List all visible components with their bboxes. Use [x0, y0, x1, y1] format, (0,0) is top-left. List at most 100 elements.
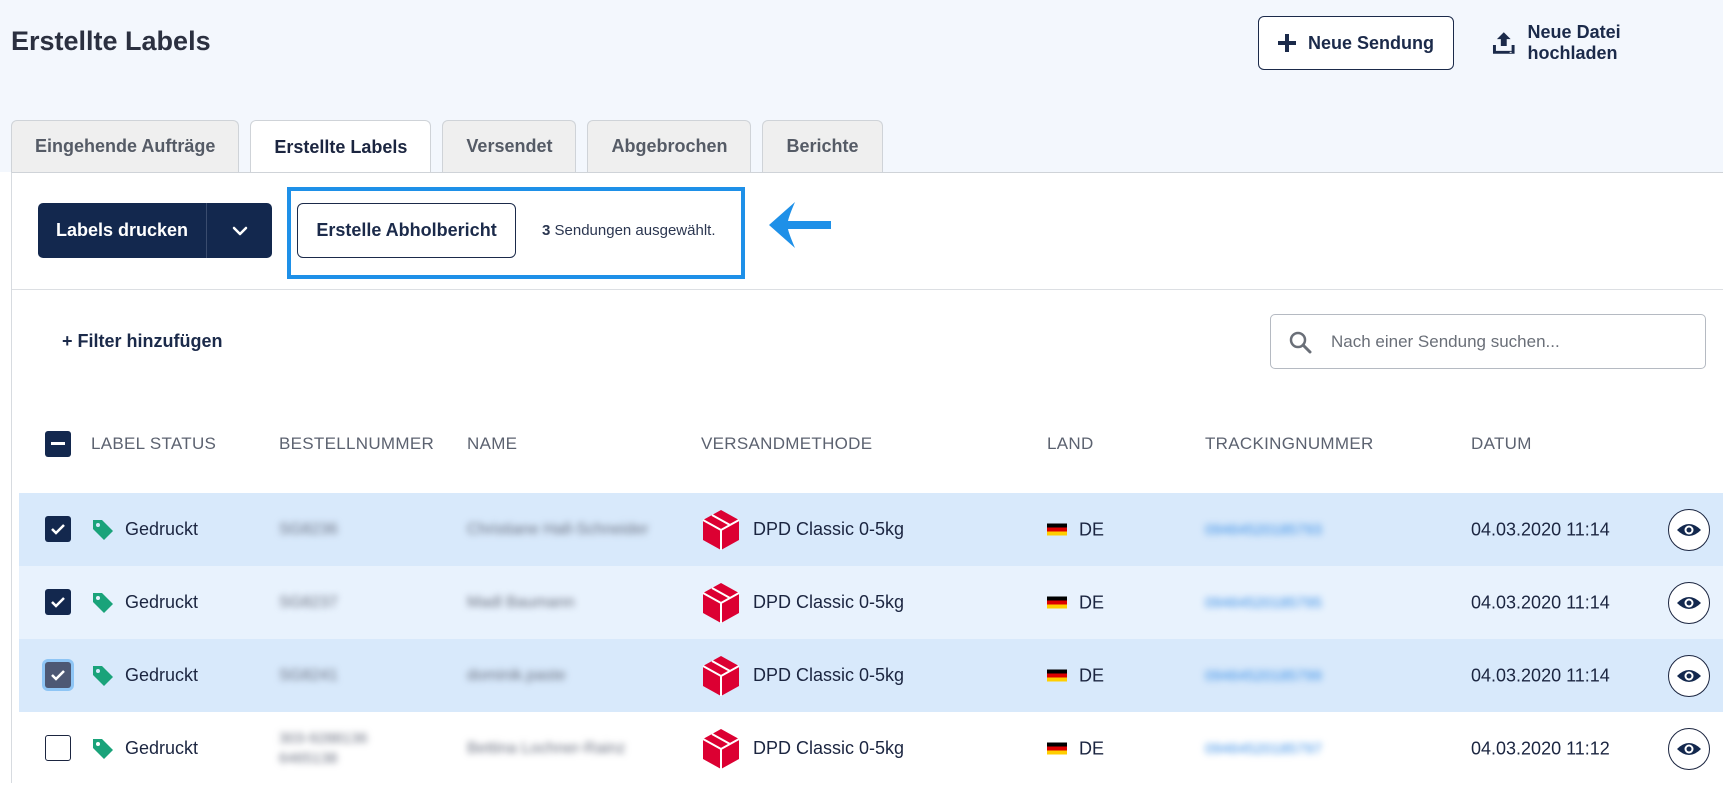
order-number: SG8237	[279, 593, 338, 611]
germany-flag-icon	[1047, 523, 1067, 536]
shipping-method-text: DPD Classic 0-5kg	[753, 665, 905, 685]
row-checkbox[interactable]	[45, 516, 71, 542]
country-code: DE	[1079, 738, 1105, 758]
germany-flag-icon	[1047, 669, 1067, 682]
table-row[interactable]: Gedruckt SG8241 dominik.paste DPD Classi…	[19, 639, 1723, 712]
tab-created-labels[interactable]: Erstellte Labels	[250, 120, 432, 173]
table-header: LABEL STATUS BESTELLNUMMER NAME VERSANDM…	[19, 414, 1723, 474]
label-status: Gedruckt	[91, 518, 198, 542]
dpd-logo-icon	[702, 582, 740, 623]
dpd-logo-icon	[702, 655, 740, 696]
row-checkbox[interactable]	[45, 662, 71, 688]
column-header-name[interactable]: NAME	[467, 434, 517, 454]
selected-count: 3	[542, 222, 551, 239]
eye-icon	[1677, 596, 1701, 609]
customer-name: Madl Baumann	[467, 593, 575, 611]
shipping-method: DPD Classic 0-5kg	[701, 727, 904, 771]
shipping-method-text: DPD Classic 0-5kg	[753, 519, 905, 539]
eye-icon	[1677, 742, 1701, 755]
tab-shipped[interactable]: Versendet	[442, 120, 577, 172]
country: DE	[1047, 592, 1104, 613]
order-number: SG8241	[279, 666, 338, 684]
country-code: DE	[1079, 592, 1105, 612]
tab-bar: Eingehende Aufträge Erstellte Labels Ver…	[11, 120, 883, 173]
print-labels-button[interactable]: Labels drucken	[38, 203, 207, 258]
table-row[interactable]: Gedruckt SG8236 Christiane Hall-Schneide…	[19, 493, 1723, 566]
label-status: Gedruckt	[91, 591, 198, 615]
page-title: Erstellte Labels	[11, 26, 211, 56]
dpd-logo-icon	[702, 509, 740, 550]
column-header-shipping-method[interactable]: VERSANDMETHODE	[701, 434, 872, 454]
search-icon	[1271, 330, 1329, 354]
tab-cancelled[interactable]: Abgebrochen	[587, 120, 752, 172]
content-panel: Labels drucken Erstelle Abholbericht 3 S…	[11, 172, 1723, 785]
plus-icon	[1277, 34, 1296, 52]
column-header-tracking-number[interactable]: TRACKINGNUMMER	[1205, 434, 1374, 454]
print-options-toggle[interactable]	[207, 203, 272, 258]
upload-icon	[1492, 32, 1515, 54]
label-status-text: Gedruckt	[125, 665, 199, 685]
search-input[interactable]	[1329, 330, 1693, 353]
view-shipment-button[interactable]	[1668, 581, 1710, 624]
column-header-country[interactable]: LAND	[1047, 434, 1094, 454]
table-row[interactable]: Gedruckt 303-9288136 6465138 Bettina Loc…	[19, 712, 1723, 785]
add-filter-link[interactable]: + Filter hinzufügen	[62, 331, 223, 352]
shipping-method-text: DPD Classic 0-5kg	[753, 592, 905, 612]
germany-flag-icon	[1047, 596, 1067, 609]
label-status: Gedruckt	[91, 664, 198, 688]
label-status-text: Gedruckt	[125, 519, 199, 539]
upload-file-label: Neue Datei hochladen	[1527, 22, 1621, 63]
country: DE	[1047, 665, 1104, 686]
shipment-date: 04.03.2020 11:14	[1471, 665, 1610, 685]
view-shipment-button[interactable]	[1668, 654, 1710, 697]
order-number: SG8236	[279, 520, 338, 538]
shipping-method: DPD Classic 0-5kg	[701, 508, 904, 552]
eye-icon	[1677, 523, 1701, 536]
tab-reports[interactable]: Berichte	[762, 120, 883, 172]
new-shipment-button[interactable]: Neue Sendung	[1258, 16, 1454, 70]
order-number: 303-9288136 6465138	[279, 729, 368, 767]
tracking-number[interactable]: 09464520185795	[1205, 594, 1322, 611]
print-labels-split-button: Labels drucken	[38, 203, 272, 258]
view-shipment-button[interactable]	[1668, 508, 1710, 551]
create-pickup-report-button[interactable]: Erstelle Abholbericht	[297, 203, 516, 258]
chevron-down-icon	[232, 226, 247, 235]
arrow-left-icon	[769, 202, 831, 248]
label-status-text: Gedruckt	[125, 738, 199, 758]
select-all-checkbox[interactable]	[45, 431, 71, 457]
shipment-date: 04.03.2020 11:14	[1471, 519, 1610, 539]
tag-icon	[93, 592, 113, 613]
toolbar-divider	[12, 289, 1723, 290]
tracking-number[interactable]: 09464520185793	[1205, 521, 1322, 538]
country: DE	[1047, 738, 1104, 759]
shipping-method: DPD Classic 0-5kg	[701, 581, 904, 625]
upload-file-button[interactable]: Neue Datei hochladen	[1492, 16, 1712, 70]
column-header-order-number[interactable]: BESTELLNUMMER	[279, 434, 434, 454]
tracking-number[interactable]: 09464520185799	[1205, 667, 1322, 684]
customer-name: Bettina Lochner-Rainz	[467, 739, 626, 757]
customer-name: dominik.paste	[467, 666, 566, 684]
column-header-date[interactable]: DATUM	[1471, 434, 1532, 454]
country-code: DE	[1079, 665, 1105, 685]
new-shipment-label: Neue Sendung	[1307, 32, 1434, 53]
shipment-date: 04.03.2020 11:12	[1471, 738, 1610, 758]
row-checkbox[interactable]	[45, 735, 71, 761]
eye-icon	[1677, 669, 1701, 682]
tab-incoming-orders[interactable]: Eingehende Aufträge	[11, 120, 240, 172]
table-row[interactable]: Gedruckt SG8237 Madl Baumann DPD Classic…	[19, 566, 1723, 639]
selected-text: Sendungen ausgewählt.	[554, 222, 716, 239]
dpd-logo-icon	[702, 728, 740, 769]
shipment-date: 04.03.2020 11:14	[1471, 592, 1610, 612]
selection-summary: 3 Sendungen ausgewählt.	[542, 222, 715, 239]
customer-name: Christiane Hall-Schneider	[467, 520, 649, 538]
shipping-method: DPD Classic 0-5kg	[701, 654, 904, 698]
label-status: Gedruckt	[91, 737, 198, 761]
column-header-label-status[interactable]: LABEL STATUS	[91, 434, 216, 454]
country-code: DE	[1079, 519, 1105, 539]
view-shipment-button[interactable]	[1668, 727, 1710, 770]
tracking-number[interactable]: 09464520185797	[1205, 740, 1322, 757]
germany-flag-icon	[1047, 742, 1067, 755]
label-status-text: Gedruckt	[125, 592, 199, 612]
row-checkbox[interactable]	[45, 589, 71, 615]
tag-icon	[93, 665, 113, 686]
